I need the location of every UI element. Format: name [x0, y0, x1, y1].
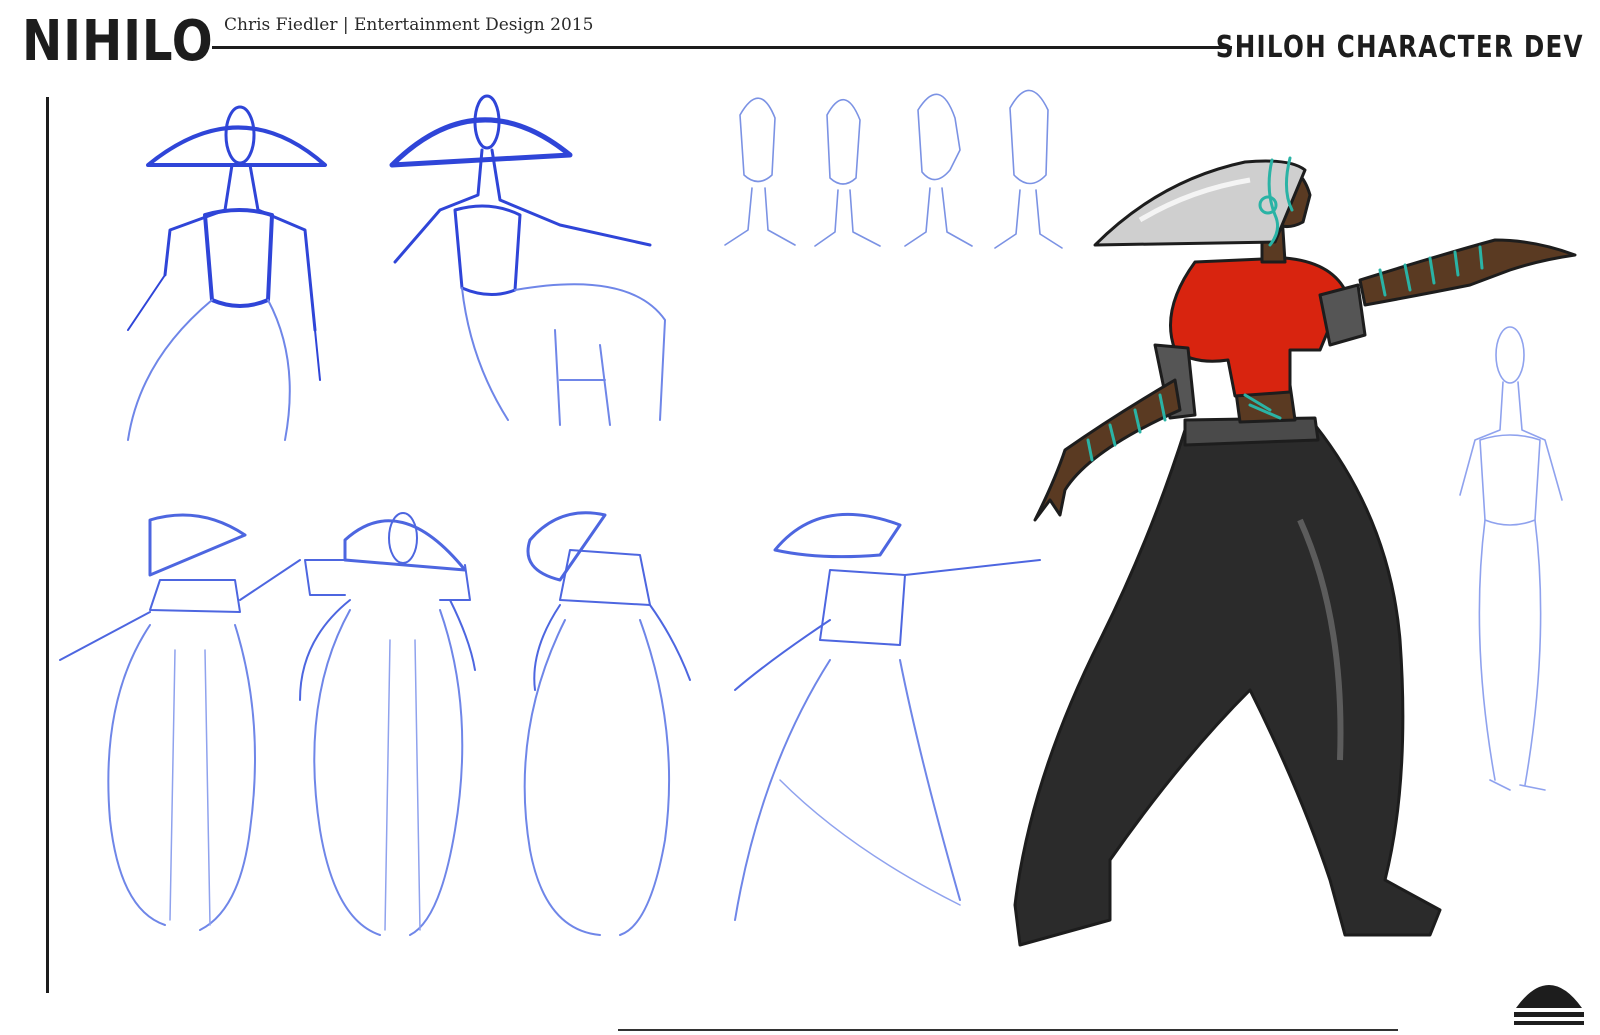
character-sheet-artwork	[59, 89, 1577, 947]
head-turnaround-sketches	[724, 89, 1063, 249]
dome-stamp-icon	[1514, 985, 1584, 1025]
sketch-pointing-pose	[734, 512, 1041, 921]
character-final-render	[1013, 159, 1577, 947]
sketch-standing-figure	[1459, 326, 1563, 791]
sketch-front-turnaround	[299, 512, 476, 936]
sketch-back-pose	[59, 513, 301, 931]
sketch-front-pose	[127, 105, 327, 441]
sketch-side-pose	[523, 511, 691, 936]
sketch-walking-pose	[389, 94, 666, 426]
